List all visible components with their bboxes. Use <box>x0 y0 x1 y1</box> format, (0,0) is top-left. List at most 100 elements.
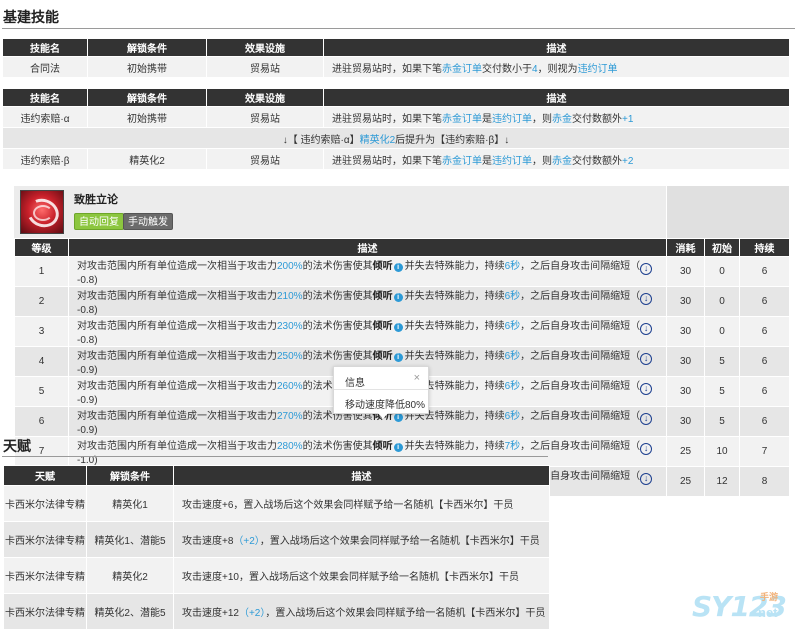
level-cell: 5 <box>14 376 69 407</box>
skill-header: 致胜立论 自动回复 手动触发 <box>14 186 666 238</box>
talent-row: 卡西米尔法律专精 精英化2、潜能5 攻击速度+12（+2），置入战场后这个效果会同样… <box>3 593 550 630</box>
section-title-talent: 天赋 <box>3 438 31 454</box>
info-icon[interactable]: i <box>393 293 403 302</box>
duration-cell: 6 <box>739 286 790 317</box>
duration-cell: 7 <box>739 436 790 467</box>
sp-cost-cell: 25 <box>666 466 705 497</box>
column-header: 技能名 <box>2 88 88 107</box>
desc-text: 攻击速度+12 <box>182 608 239 619</box>
duration-value: 6秒 <box>504 261 521 272</box>
talent-row: 卡西米尔法律专精 精英化2 攻击速度+10，置入战场后这个效果会同样赋予给一名随机【… <box>3 557 550 594</box>
info-icon[interactable]: i <box>393 263 403 272</box>
down-arrow-icon: ↓ <box>640 473 653 485</box>
talent-table: 天赋 解锁条件 描述 卡西米尔法律专精 精英化1 攻击速度+6，置入战场后这个效果会同样… <box>3 465 550 630</box>
duration-cell: 6 <box>739 406 790 437</box>
column-header: 描述 <box>323 38 790 57</box>
highlight-text: 赤金订单 <box>442 63 482 75</box>
column-header: 技能名 <box>2 38 88 57</box>
desc-text: 进驻贸易站时，如果下笔 <box>332 113 442 125</box>
status-keyword[interactable]: 倾听 <box>373 351 393 362</box>
site-watermark-logo: SY123 手游 net <box>692 590 787 623</box>
duration-value: 6秒 <box>504 291 521 302</box>
column-header: 解锁条件 <box>86 465 174 486</box>
desc-text: 并失去特殊能力，持续 <box>404 351 505 362</box>
description-cell: 攻击速度+10，置入战场后这个效果会同样赋予给一名随机【卡西米尔】干员 <box>173 557 550 594</box>
popup-body: 移动速度降低80% <box>345 400 426 411</box>
base-skill-table-1: 技能名 解锁条件 效果设施 描述 合同法 初始携带 贸易站 进驻贸易站时，如果下笔赤金订单交… <box>2 38 790 78</box>
base-skill-table-2: 技能名 解锁条件 效果设施 描述 违约索赔·α 初始携带 贸易站 进驻贸易站时，如果下笔赤金… <box>2 88 790 170</box>
info-icon[interactable]: i <box>393 353 403 362</box>
sp-cost-cell: 30 <box>666 256 705 287</box>
desc-text: 对攻击范围内所有单位造成一次相当于攻击力 <box>77 411 277 422</box>
desc-text: ，之后自身攻击间隔缩短（ <box>520 321 641 332</box>
desc-text: 对攻击范围内所有单位造成一次相当于攻击力 <box>77 291 277 302</box>
level-cell: 4 <box>14 346 69 377</box>
unlock-cell: 精英化2 <box>86 557 174 594</box>
column-header: 解锁条件 <box>87 38 207 57</box>
status-keyword[interactable]: 倾听 <box>373 441 393 452</box>
desc-text: 攻击速度+10，置入战场后这个效果会同样赋予给一名随机【卡西米尔】干员 <box>182 572 519 583</box>
column-header: 描述 <box>323 88 790 107</box>
desc-text: 是 <box>482 155 492 167</box>
description-cell: 对攻击范围内所有单位造成一次相当于攻击力210%的法术伤害使其倾听 i 并失去特殊能… <box>68 286 667 317</box>
initial-sp-cell: 0 <box>704 286 740 317</box>
desc-text: 对攻击范围内所有单位造成一次相当于攻击力 <box>77 261 277 272</box>
description-cell: 进驻贸易站时，如果下笔赤金订单是违约订单，则赤金交付数额外+2 <box>323 148 790 170</box>
talent-name-cell: 卡西米尔法律专精 <box>3 485 87 522</box>
section-title-base-skills: 基建技能 <box>3 9 59 25</box>
interval-reduction: -0.9) <box>77 425 98 436</box>
desc-text: 对攻击范围内所有单位造成一次相当于攻击力 <box>77 351 277 362</box>
status-keyword[interactable]: 倾听 <box>373 261 393 272</box>
desc-text: ，之后自身攻击间隔缩短（ <box>520 291 641 302</box>
desc-text: 是 <box>482 113 492 125</box>
level-cell: 1 <box>14 256 69 287</box>
initial-sp-cell: 5 <box>704 376 740 407</box>
skill-name-cell: 违约索赔·α <box>2 106 88 128</box>
table-row: 合同法 初始携带 贸易站 进驻贸易站时，如果下笔赤金订单交付数小于4，则视为违约订单 <box>2 56 790 78</box>
desc-text: ↓【 违约索赔·α】 <box>282 134 360 146</box>
section-divider <box>2 28 795 29</box>
damage-percent: 280% <box>277 441 303 452</box>
skill-name: 致胜立论 <box>74 194 118 206</box>
duration-cell: 6 <box>739 316 790 347</box>
info-icon[interactable]: i <box>393 443 403 452</box>
unlock-cell: 初始携带 <box>87 106 207 128</box>
close-icon[interactable]: × <box>414 372 420 384</box>
column-header: 等级 <box>14 238 69 257</box>
desc-text: ，之后自身攻击间隔缩短（ <box>520 441 641 452</box>
talent-name-cell: 卡西米尔法律专精 <box>3 521 87 558</box>
down-arrow-icon: ↓ <box>640 323 653 335</box>
info-icon[interactable]: i <box>393 413 403 422</box>
level-cell: 2 <box>14 286 69 317</box>
unlock-cell: 初始携带 <box>87 56 207 78</box>
sp-cost-cell: 30 <box>666 286 705 317</box>
status-keyword[interactable]: 倾听 <box>373 291 393 302</box>
highlight-text: 赤金订单 <box>442 155 482 167</box>
down-arrow-icon: ↓ <box>640 293 653 305</box>
desc-text: 并失去特殊能力，持续 <box>404 291 505 302</box>
initial-sp-cell: 0 <box>704 256 740 287</box>
upgrade-note-row: ↓【 违约索赔·α】精英化2后提升为【违约索赔·β】↓ <box>2 127 790 149</box>
upgrade-note: ↓【 违约索赔·α】精英化2后提升为【违约索赔·β】↓ <box>2 127 790 149</box>
duration-value: 6秒 <box>504 381 521 392</box>
desc-text: 交付数额外 <box>572 155 622 167</box>
skill-level-row: 3 对攻击范围内所有单位造成一次相当于攻击力230%的法术伤害使其倾听 i 并失去特殊… <box>14 316 790 347</box>
info-icon[interactable]: i <box>393 323 403 332</box>
initial-sp-cell: 10 <box>704 436 740 467</box>
status-keyword[interactable]: 倾听 <box>373 321 393 332</box>
description-cell: 攻击速度+8（+2），置入战场后这个效果会同样赋予给一名随机【卡西米尔】干员 <box>173 521 550 558</box>
table-row: 违约索赔·β 精英化2 贸易站 进驻贸易站时，如果下笔赤金订单是违约订单，则赤金交付数… <box>2 148 790 170</box>
duration-cell: 8 <box>739 466 790 497</box>
desc-text: 的法术伤害使其 <box>302 261 373 272</box>
unlock-cell: 精英化2、潜能5 <box>86 593 174 630</box>
desc-text: 进驻贸易站时，如果下笔 <box>332 155 442 167</box>
damage-percent: 210% <box>277 291 303 302</box>
initial-sp-cell: 12 <box>704 466 740 497</box>
trigger-tag-manual: 手动触发 <box>123 213 173 230</box>
down-arrow-icon: ↓ <box>640 263 653 275</box>
highlight-text: （+2） <box>233 536 260 547</box>
level-cell: 6 <box>14 406 69 437</box>
down-arrow-icon: ↓ <box>640 353 653 365</box>
duration-value: 6秒 <box>504 411 521 422</box>
desc-text: ，则 <box>532 155 552 167</box>
